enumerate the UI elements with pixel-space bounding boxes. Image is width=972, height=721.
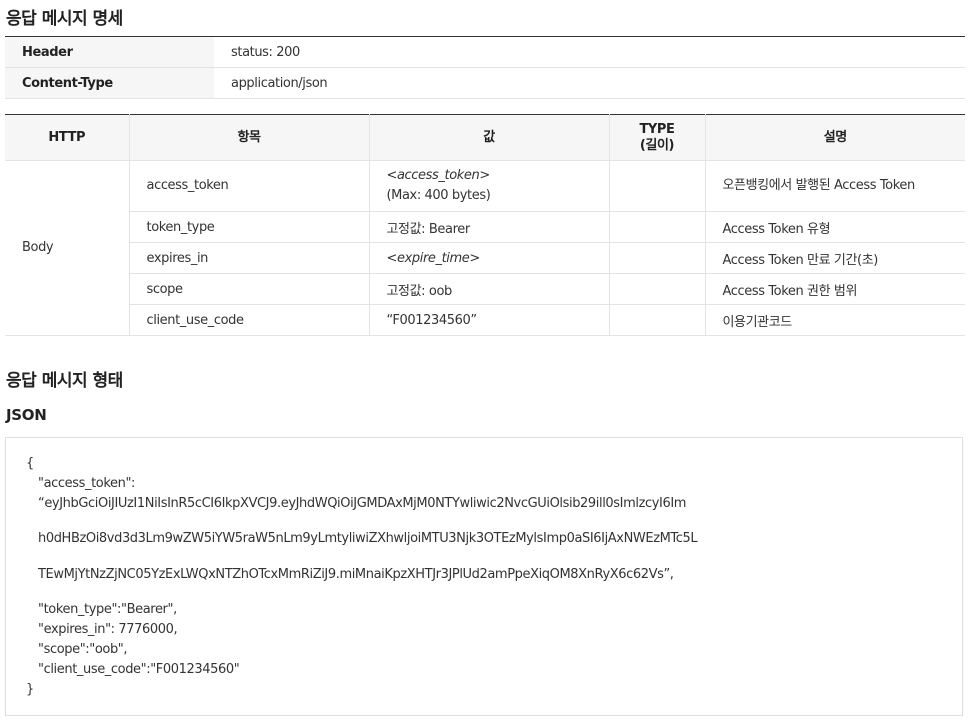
json-expires-in-line: "expires_in": 7776000, bbox=[38, 622, 178, 637]
response-form-title: 응답 메시지 형태 bbox=[6, 371, 123, 391]
header-value: status: 200 bbox=[214, 36, 965, 68]
desc-cell: Access Token 권한 범위 bbox=[704, 273, 965, 305]
json-example-box: { "access_token": “eyJhbGciOiJIUzI1NiIsI… bbox=[5, 437, 963, 716]
desc-cell: Access Token 유형 bbox=[704, 211, 965, 243]
response-spec-table: HTTP 항목 값 TYPE (길이) 설명 Body access_token… bbox=[5, 114, 965, 336]
type-cell bbox=[608, 304, 705, 336]
type-cell bbox=[608, 211, 705, 243]
item-cell: access_token bbox=[128, 160, 369, 212]
value-plain: (Max: 400 bytes) bbox=[386, 188, 491, 203]
table-row: Body access_token <access_token> (Max: 4… bbox=[5, 160, 965, 336]
value-cell: 고정값: Bearer bbox=[368, 211, 609, 243]
table-header-row: HTTP 항목 값 TYPE (길이) 설명 bbox=[5, 114, 965, 161]
body-group-cell: Body bbox=[5, 160, 129, 336]
table-row: Header status: 200 bbox=[5, 36, 965, 68]
header-key: Header bbox=[5, 36, 214, 68]
col-type-line1: TYPE bbox=[639, 121, 675, 137]
json-close-brace: } bbox=[26, 682, 34, 697]
col-type: TYPE (길이) bbox=[608, 114, 705, 161]
item-cell: token_type bbox=[128, 211, 369, 243]
item-cell: expires_in bbox=[128, 242, 369, 274]
item-cell: client_use_code bbox=[128, 304, 369, 336]
json-token-type-line: "token_type":"Bearer", bbox=[38, 602, 177, 617]
col-item: 항목 bbox=[128, 114, 369, 161]
value-cell: <access_token> (Max: 400 bytes) bbox=[368, 160, 609, 212]
item-cell: scope bbox=[128, 273, 369, 305]
table-row: client_use_code “F001234560” 이용기관코드 bbox=[5, 304, 965, 336]
response-spec-title: 응답 메시지 명세 bbox=[6, 9, 123, 29]
value-italic: <expire_time> bbox=[386, 250, 481, 266]
json-token-line-1: “eyJhbGciOiJIUzI1NiIsInR5cCI6IkpXVCJ9.ey… bbox=[38, 496, 687, 511]
value-cell: “F001234560” bbox=[368, 304, 609, 336]
table-row: Content-Type application/json bbox=[5, 67, 965, 99]
desc-cell: 이용기관코드 bbox=[704, 304, 965, 336]
table-row: scope 고정값: oob Access Token 권한 범위 bbox=[5, 273, 965, 305]
json-token-line-3: TEwMjYtNzZjNC05YzExLWQxNTZhOTcxMmRiZiJ9.… bbox=[38, 567, 674, 582]
col-type-line2: (길이) bbox=[639, 137, 675, 153]
type-cell bbox=[608, 242, 705, 274]
json-client-use-code-line: "client_use_code":"F001234560" bbox=[38, 662, 240, 677]
api-spec-page: 응답 메시지 명세 Header status: 200 Content-Typ… bbox=[0, 0, 972, 721]
desc-cell: Access Token 만료 기간(초) bbox=[704, 242, 965, 274]
response-header-table: Header status: 200 Content-Type applicat… bbox=[5, 36, 965, 99]
type-cell bbox=[608, 160, 705, 212]
type-cell bbox=[608, 273, 705, 305]
content-type-key: Content-Type bbox=[5, 67, 214, 99]
table-row: expires_in <expire_time> Access Token 만료… bbox=[5, 242, 965, 274]
json-scope-line: "scope":"oob", bbox=[38, 642, 128, 657]
json-token-line-2: h0dHBzOi8vd3d3Lm9wZW5iYW5raW5nLm9yLmtyli… bbox=[38, 531, 698, 546]
table-row: token_type 고정값: Bearer Access Token 유형 bbox=[5, 211, 965, 243]
desc-cell: 오픈뱅킹에서 발행된 Access Token bbox=[704, 160, 965, 212]
col-value: 값 bbox=[368, 114, 609, 161]
json-label: JSON bbox=[6, 406, 47, 424]
json-access-token-key: "access_token": bbox=[38, 476, 135, 491]
col-desc: 설명 bbox=[704, 114, 965, 161]
json-open-brace: { bbox=[26, 456, 34, 471]
value-cell: 고정값: oob bbox=[368, 273, 609, 305]
content-type-value: application/json bbox=[214, 67, 965, 99]
value-cell: <expire_time> bbox=[368, 242, 609, 274]
value-italic: <access_token> bbox=[386, 168, 491, 183]
col-http: HTTP bbox=[5, 114, 129, 161]
